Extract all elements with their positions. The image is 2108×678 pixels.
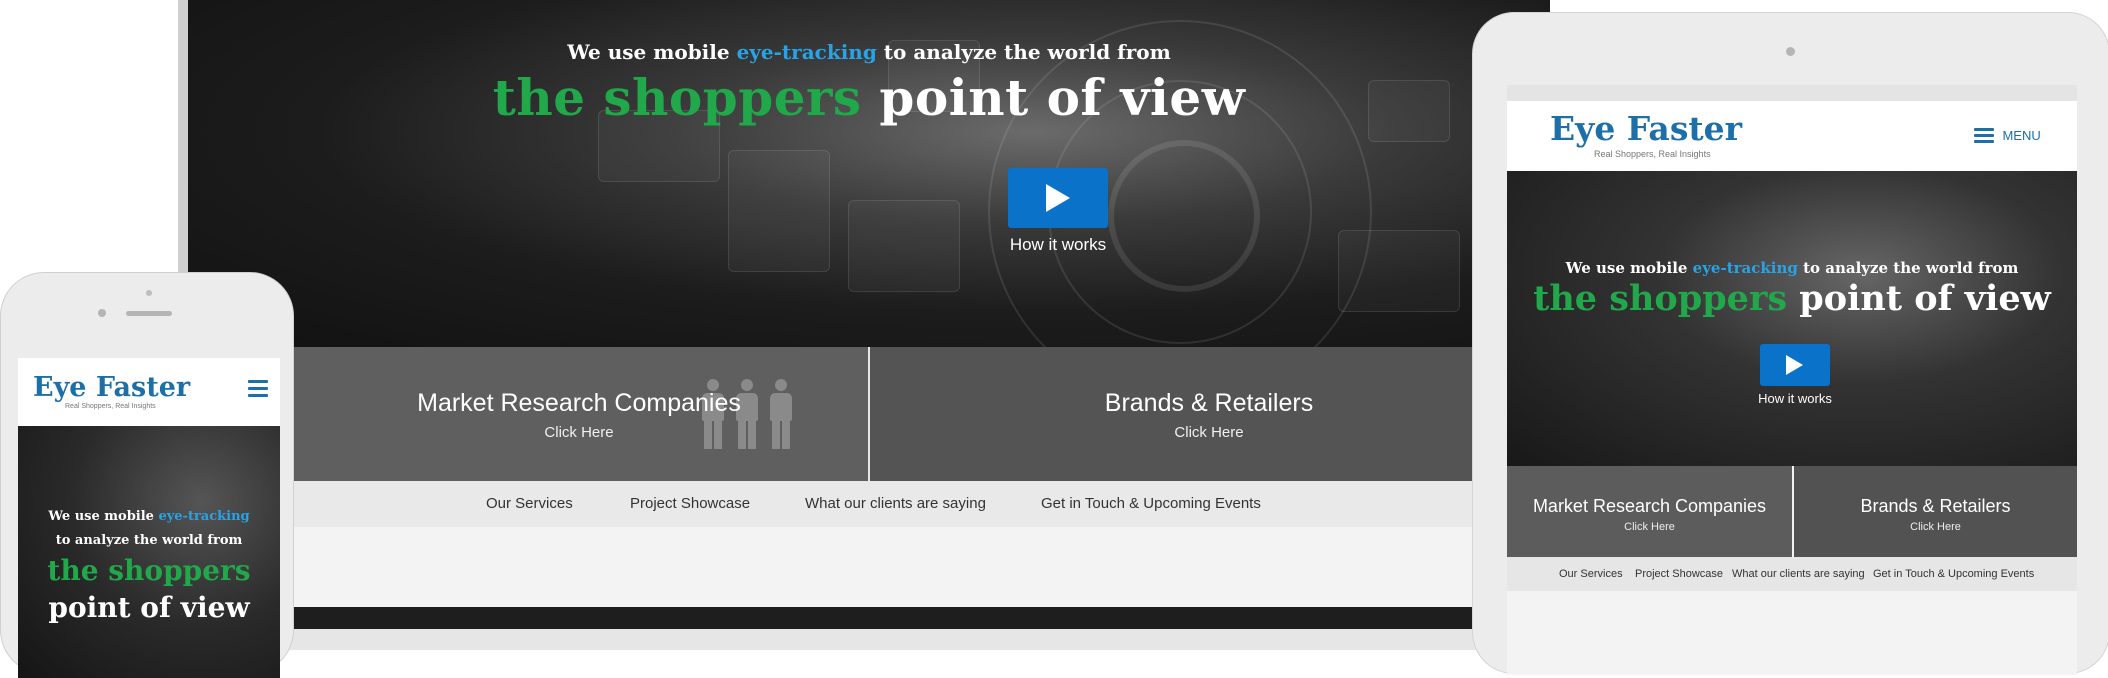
phone-hero: We use mobile eye-tracking to analyze th… — [18, 426, 280, 678]
content-area — [290, 527, 1548, 607]
card-title: Brands & Retailers — [1860, 496, 2011, 516]
logo[interactable]: Eye Faster — [33, 372, 190, 403]
card-title: Market Research Companies — [1532, 496, 1767, 516]
nav-client-testimonials[interactable]: What our clients are saying — [805, 495, 986, 512]
phone-sensor — [146, 290, 152, 296]
card-link[interactable]: Click Here — [870, 424, 1548, 441]
phone-screen: Eye Faster Real Shoppers, Real Insights … — [18, 358, 280, 678]
hero-subheading: We use mobile eye-tracking — [48, 509, 250, 524]
nav-get-in-touch[interactable]: Get in Touch & Upcoming Events — [1041, 495, 1261, 512]
hero-subheading: We use mobile eye-tracking to analyze th… — [567, 40, 1171, 64]
nav-project-showcase[interactable]: Project Showcase — [630, 495, 750, 512]
card-link[interactable]: Click Here — [1507, 521, 1792, 533]
play-video-button[interactable] — [1008, 168, 1108, 228]
decor-tile — [1338, 230, 1460, 312]
hamburger-icon — [1974, 128, 1994, 146]
desktop-mockup: We use mobile eye-tracking to analyze th… — [178, 0, 1550, 650]
section-nav: Our Services Project Showcase What our c… — [1507, 557, 2077, 591]
phone-speaker — [126, 311, 172, 316]
play-icon — [1046, 184, 1070, 212]
audience-cards: Market Research Companies Click Here Bra… — [1507, 466, 2077, 557]
hero-heading-highlight: the shoppers — [47, 554, 251, 587]
brands-retailers-card[interactable]: Brands & Retailers Click Here — [1794, 466, 2077, 557]
logo-tagline: Real Shoppers, Real Insights — [65, 403, 156, 410]
hamburger-icon[interactable] — [248, 380, 268, 401]
play-video-button[interactable] — [1760, 344, 1830, 386]
card-link[interactable]: Click Here — [1794, 521, 2077, 533]
hero-subheading-2: to analyze the world from — [55, 533, 243, 548]
logo-tagline: Real Shoppers, Real Insights — [1594, 149, 1711, 159]
nav-our-services[interactable]: Our Services — [486, 495, 573, 512]
section-nav: Our Services Project Showcase What our c… — [290, 481, 1548, 527]
tablet-header: Eye Faster Real Shoppers, Real Insights … — [1507, 101, 2077, 171]
market-research-card[interactable]: Market Research Companies Click Here — [290, 347, 868, 481]
how-it-works-label[interactable]: How it works — [1720, 391, 1870, 406]
how-it-works-label[interactable]: How it works — [948, 235, 1168, 255]
hero-section: We use mobile eye-tracking to analyze th… — [188, 0, 1550, 347]
nav-client-testimonials[interactable]: What our clients are saying — [1732, 568, 1865, 580]
hero-heading: the shoppers point of view — [1533, 278, 2051, 319]
brands-retailers-card[interactable]: Brands & Retailers Click Here — [870, 347, 1548, 481]
hero-heading: the shoppers point of view — [492, 68, 1246, 127]
tablet-screen: Eye Faster Real Shoppers, Real Insights … — [1507, 85, 2077, 675]
logo[interactable]: Eye Faster — [1550, 109, 1742, 148]
card-link[interactable]: Click Here — [290, 424, 868, 441]
phone-mockup: Eye Faster Real Shoppers, Real Insights … — [0, 272, 294, 678]
tablet-camera — [1786, 47, 1795, 56]
audience-cards: Market Research Companies Click Here Bra… — [290, 347, 1548, 481]
nav-project-showcase[interactable]: Project Showcase — [1635, 568, 1723, 580]
eye-ring-graphic — [1108, 140, 1260, 292]
menu-button[interactable]: MENU — [1974, 128, 2041, 146]
footer-bar — [290, 607, 1548, 629]
menu-label: MENU — [2002, 127, 2041, 143]
decor-tile — [728, 150, 830, 272]
phone-camera — [98, 309, 106, 317]
hero-subheading: We use mobile eye-tracking to analyze th… — [1565, 259, 2019, 277]
market-research-card[interactable]: Market Research Companies Click Here — [1507, 466, 1792, 557]
tablet-status-bar — [1507, 85, 2077, 101]
hero-heading: point of view — [48, 591, 250, 624]
play-icon — [1786, 355, 1803, 375]
nav-our-services[interactable]: Our Services — [1559, 568, 1623, 580]
phone-header: Eye Faster Real Shoppers, Real Insights — [18, 358, 280, 426]
card-title: Market Research Companies — [417, 389, 741, 417]
card-title: Brands & Retailers — [1104, 389, 1314, 417]
decor-tile — [848, 200, 960, 292]
tablet-mockup: Eye Faster Real Shoppers, Real Insights … — [1472, 12, 2108, 675]
tablet-hero: We use mobile eye-tracking to analyze th… — [1507, 171, 2077, 466]
nav-get-in-touch[interactable]: Get in Touch & Upcoming Events — [1873, 568, 2034, 580]
